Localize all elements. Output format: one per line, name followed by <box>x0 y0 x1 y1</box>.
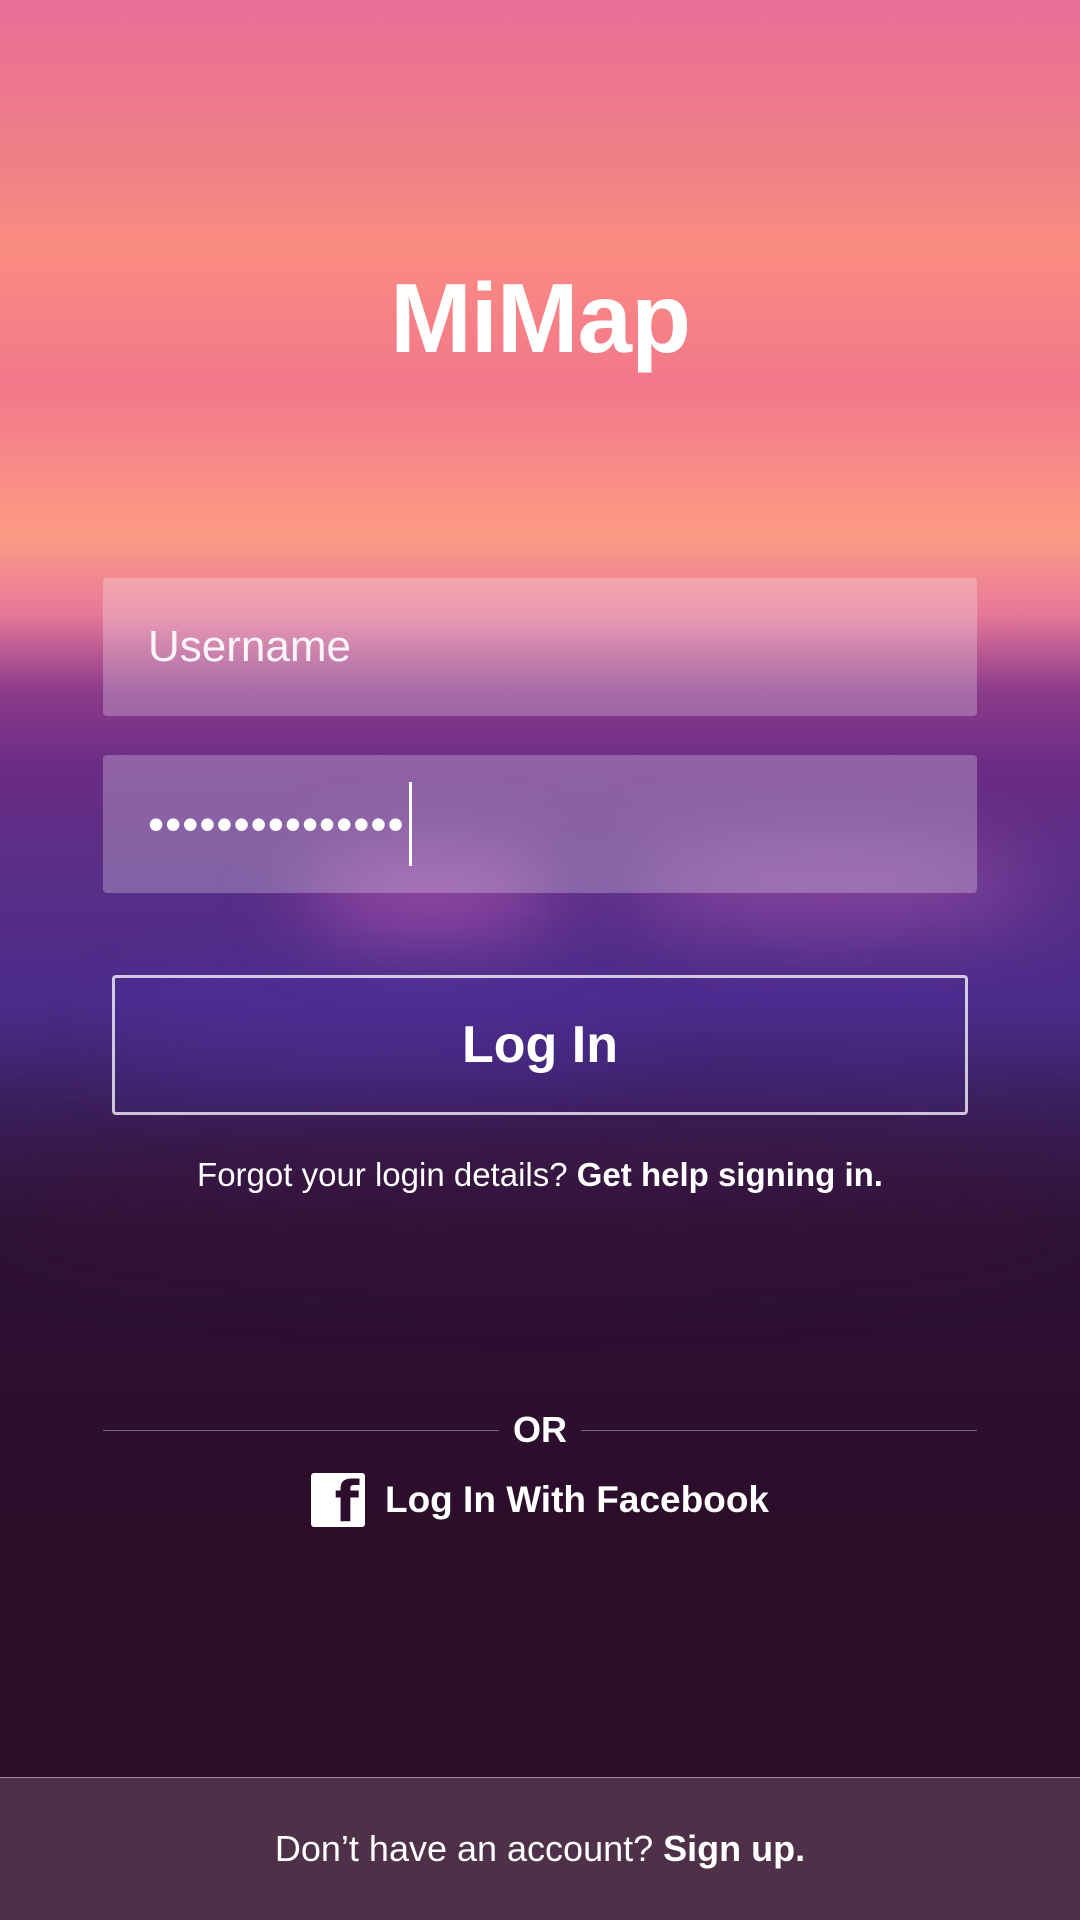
signup-link[interactable]: Sign up. <box>663 1828 805 1870</box>
password-input[interactable]: ••••••••••••••• <box>148 801 405 847</box>
facebook-login-button[interactable]: f Log In With Facebook <box>0 1472 1080 1528</box>
username-field[interactable] <box>103 578 977 716</box>
help-line: Forgot your login details? Get help sign… <box>0 1156 1080 1194</box>
login-button[interactable]: Log In <box>112 975 968 1115</box>
help-prompt: Forgot your login details? <box>197 1156 568 1193</box>
text-cursor <box>408 782 412 866</box>
app-title: MiMap <box>390 263 691 373</box>
divider-line <box>581 1429 977 1431</box>
signup-footer: Don’t have an account? Sign up. <box>0 1777 1080 1920</box>
divider-line <box>103 1429 499 1431</box>
facebook-login-label: Log In With Facebook <box>384 1479 770 1520</box>
username-input[interactable] <box>148 622 977 672</box>
facebook-icon: f <box>310 1473 365 1527</box>
or-text: OR <box>513 1409 567 1450</box>
or-divider: OR <box>103 1409 977 1450</box>
get-help-link[interactable]: Get help signing in. <box>577 1156 883 1193</box>
password-field[interactable]: ••••••••••••••• <box>103 755 977 893</box>
signup-prompt: Don’t have an account? <box>274 1828 654 1869</box>
